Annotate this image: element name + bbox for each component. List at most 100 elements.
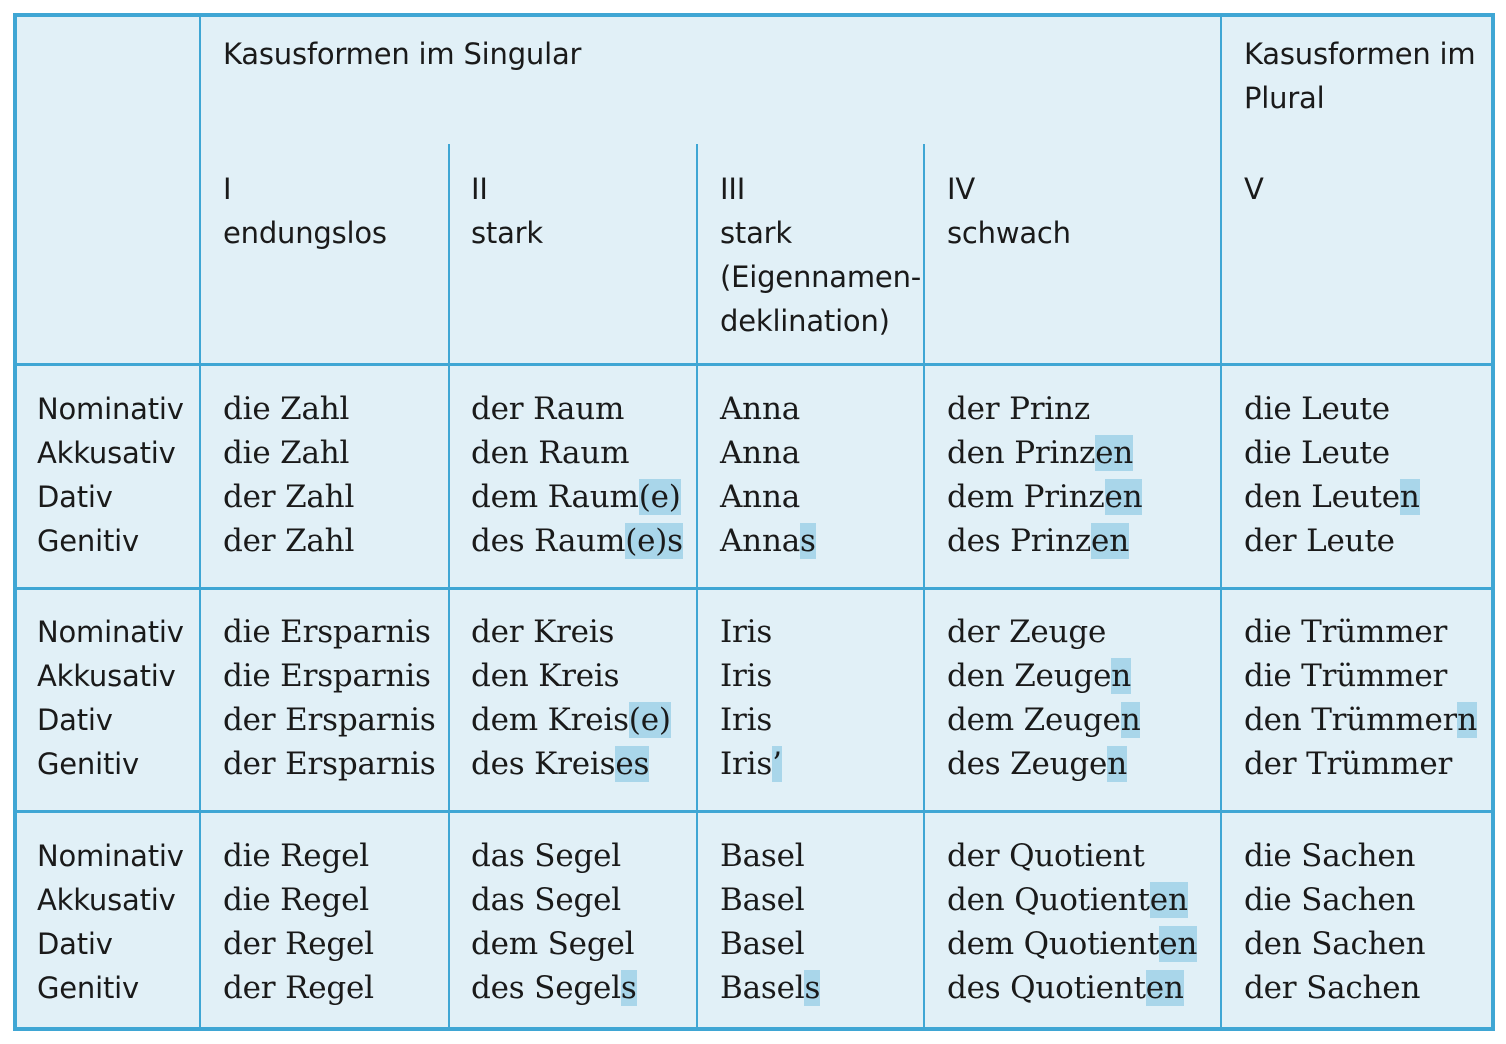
form-i-dativ: der Ersparnis bbox=[223, 698, 436, 742]
form-ii-akkusativ: den Raum bbox=[471, 431, 630, 475]
row-rule-3 bbox=[17, 810, 1491, 813]
highlighted-ending: (e)s bbox=[625, 523, 683, 559]
case-label-akkusativ: Akkusativ bbox=[37, 659, 176, 693]
declension-table: Kasusformen im Singular Kasusformen im P… bbox=[13, 13, 1495, 1031]
form-v-nominativ: die Trümmer bbox=[1244, 610, 1447, 654]
column-header-ii-numeral: II bbox=[471, 172, 488, 206]
form-v-dativ: den Leuten bbox=[1244, 475, 1420, 519]
form-stem: dem Quotient bbox=[947, 926, 1160, 962]
form-stem: der Prinz bbox=[947, 391, 1090, 427]
form-iii-genitiv: Annas bbox=[720, 519, 816, 563]
form-ii-dativ: dem Kreis(e) bbox=[471, 698, 671, 742]
column-header-i-label: endungslos bbox=[223, 216, 387, 250]
form-stem: der Trümmer bbox=[1244, 746, 1453, 782]
form-i-akkusativ: die Zahl bbox=[223, 431, 349, 475]
form-iii-dativ: Iris bbox=[720, 698, 772, 742]
form-stem: den Quotient bbox=[947, 882, 1150, 918]
form-v-genitiv: der Leute bbox=[1244, 519, 1395, 563]
form-stem: den Kreis bbox=[471, 658, 620, 694]
form-ii-nominativ: das Segel bbox=[471, 834, 621, 878]
form-stem: die Zahl bbox=[223, 435, 350, 471]
highlighted-ending: en bbox=[1091, 523, 1129, 559]
plural-heading-line-2: Plural bbox=[1244, 81, 1325, 115]
form-stem: die Ersparnis bbox=[223, 658, 431, 694]
form-v-akkusativ: die Sachen bbox=[1244, 878, 1416, 922]
case-label-dativ: Dativ bbox=[37, 703, 113, 737]
column-rule-2 bbox=[448, 144, 450, 1027]
form-i-genitiv: der Ersparnis bbox=[223, 742, 436, 786]
form-ii-akkusativ: den Kreis bbox=[471, 654, 620, 698]
form-stem: Anna bbox=[720, 479, 800, 515]
case-label-dativ: Dativ bbox=[37, 480, 113, 514]
column-header-iii-label-line-1: stark bbox=[720, 216, 792, 250]
column-rule-4 bbox=[923, 144, 925, 1027]
form-stem: den Leute bbox=[1244, 479, 1400, 515]
form-stem: das Segel bbox=[471, 882, 621, 918]
case-label-dativ: Dativ bbox=[37, 927, 113, 961]
form-iii-genitiv: Iris’ bbox=[720, 742, 782, 786]
form-stem: des Segel bbox=[471, 970, 621, 1006]
column-header-v-numeral: V bbox=[1244, 172, 1264, 206]
form-iv-nominativ: der Quotient bbox=[947, 834, 1145, 878]
form-stem: dem Zeuge bbox=[947, 702, 1121, 738]
form-stem: die Trümmer bbox=[1244, 658, 1448, 694]
form-stem: Basel bbox=[720, 926, 805, 962]
form-iii-dativ: Basel bbox=[720, 922, 805, 966]
form-v-akkusativ: die Trümmer bbox=[1244, 654, 1447, 698]
highlighted-ending: s bbox=[800, 523, 816, 559]
form-iv-akkusativ: den Prinzen bbox=[947, 431, 1133, 475]
highlighted-ending: en bbox=[1149, 882, 1188, 918]
form-stem: dem Kreis bbox=[471, 702, 629, 738]
column-header-iii-numeral: III bbox=[720, 172, 746, 206]
form-ii-akkusativ: das Segel bbox=[471, 878, 621, 922]
highlighted-ending: (e) bbox=[638, 479, 681, 515]
form-i-nominativ: die Zahl bbox=[223, 387, 349, 431]
highlighted-ending: es bbox=[615, 746, 650, 782]
form-stem: der Kreis bbox=[471, 614, 615, 650]
highlighted-ending: s bbox=[804, 970, 821, 1006]
form-stem: der Zahl bbox=[223, 479, 355, 515]
case-label-genitiv: Genitiv bbox=[37, 971, 139, 1005]
form-stem: den Trümmer bbox=[1244, 702, 1458, 738]
form-iv-nominativ: der Zeuge bbox=[947, 610, 1106, 654]
form-stem: des Raum bbox=[471, 523, 626, 559]
form-iii-nominativ: Basel bbox=[720, 834, 805, 878]
form-i-akkusativ: die Ersparnis bbox=[223, 654, 431, 698]
form-i-dativ: der Zahl bbox=[223, 475, 354, 519]
highlighted-ending: (e) bbox=[628, 702, 671, 738]
case-label-nominativ: Nominativ bbox=[37, 615, 184, 649]
form-stem: Anna bbox=[720, 391, 800, 427]
form-stem: der Sachen bbox=[1244, 970, 1421, 1006]
form-stem: den Raum bbox=[471, 435, 630, 471]
form-stem: Anna bbox=[720, 523, 800, 559]
form-stem: dem Prinz bbox=[947, 479, 1105, 515]
form-iv-akkusativ: den Quotienten bbox=[947, 878, 1188, 922]
form-ii-genitiv: des Kreises bbox=[471, 742, 649, 786]
highlighted-ending: en bbox=[1104, 479, 1143, 515]
form-stem: die Regel bbox=[223, 882, 369, 918]
column-header-iii-label-line-2: (Eigennamen- bbox=[720, 260, 922, 294]
form-iv-nominativ: der Prinz bbox=[947, 387, 1090, 431]
form-ii-dativ: dem Segel bbox=[471, 922, 635, 966]
form-v-genitiv: der Trümmer bbox=[1244, 742, 1452, 786]
form-stem: der Regel bbox=[223, 926, 374, 962]
form-ii-nominativ: der Raum bbox=[471, 387, 624, 431]
form-stem: den Prinz bbox=[947, 435, 1096, 471]
form-i-nominativ: die Ersparnis bbox=[223, 610, 431, 654]
form-ii-dativ: dem Raum(e) bbox=[471, 475, 681, 519]
form-iii-akkusativ: Basel bbox=[720, 878, 805, 922]
case-label-nominativ: Nominativ bbox=[37, 839, 184, 873]
row-rule-1 bbox=[17, 363, 1491, 366]
form-iii-nominativ: Anna bbox=[720, 387, 800, 431]
form-stem: Anna bbox=[720, 435, 800, 471]
form-iv-dativ: dem Quotienten bbox=[947, 922, 1197, 966]
form-stem: die Zahl bbox=[223, 391, 350, 427]
highlighted-ending: en bbox=[1145, 970, 1184, 1006]
form-stem: der Leute bbox=[1244, 523, 1395, 559]
column-header-i-numeral: I bbox=[223, 172, 232, 206]
form-stem: des Zeuge bbox=[947, 746, 1108, 782]
row-rule-2 bbox=[17, 587, 1491, 590]
form-iv-dativ: dem Prinzen bbox=[947, 475, 1143, 519]
form-stem: Iris bbox=[720, 746, 773, 782]
form-i-genitiv: der Regel bbox=[223, 966, 374, 1010]
